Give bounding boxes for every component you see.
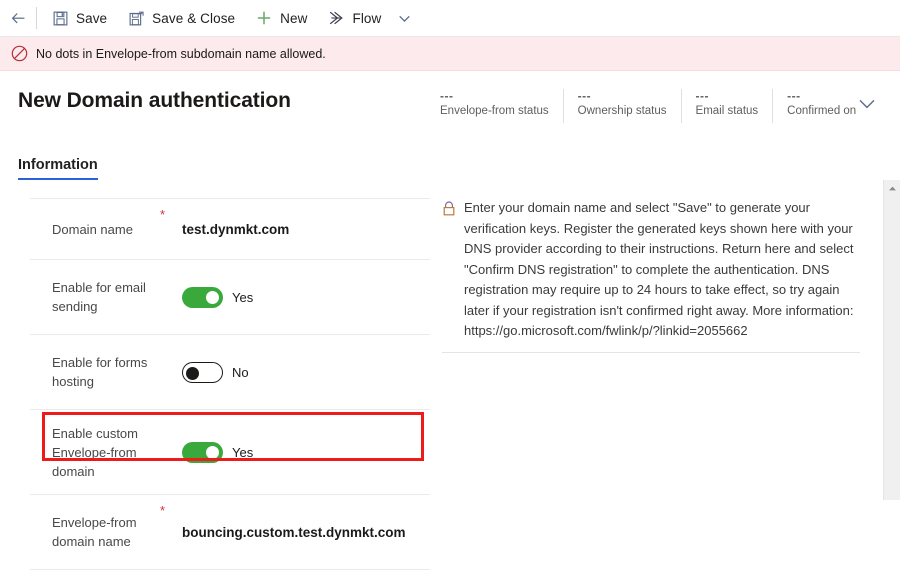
flow-button[interactable]: Flow xyxy=(317,0,391,36)
domain-name-value[interactable]: test.dynmkt.com xyxy=(182,222,289,237)
status-value: --- xyxy=(440,89,454,103)
back-button[interactable] xyxy=(0,0,36,36)
caret-up-icon xyxy=(888,186,896,190)
toggle-state-label: Yes xyxy=(232,444,254,460)
lock-icon xyxy=(442,198,458,342)
content-area: Domain name * test.dynmkt.com Enable for… xyxy=(0,180,900,570)
toggle-knob xyxy=(206,290,219,304)
status-label: Envelope-from status xyxy=(440,105,549,117)
info-panel: Enter your domain name and select "Save"… xyxy=(442,198,860,570)
toggle-state-label: Yes xyxy=(232,289,254,305)
envelope-from-domain-name-value[interactable]: bouncing.custom.test.dynmkt.com xyxy=(182,525,406,540)
blocked-icon xyxy=(10,45,28,63)
status-value: --- xyxy=(695,89,710,103)
toggle-knob xyxy=(206,445,219,459)
tab-label: Information xyxy=(18,157,98,173)
field-label: Enable for email sending xyxy=(52,280,146,314)
scroll-up-button[interactable] xyxy=(884,180,900,196)
field-label: Enable for forms hosting xyxy=(52,355,148,389)
required-indicator xyxy=(160,266,182,268)
status-label: Email status xyxy=(695,105,759,117)
toggle-track[interactable] xyxy=(182,286,223,308)
tab-strip: Information xyxy=(0,157,900,180)
form-row-enable-forms-hosting: Enable for forms hosting No xyxy=(30,335,430,410)
status-envelope-from: --- Envelope-from status xyxy=(440,89,564,123)
error-message: No dots in Envelope-from subdomain name … xyxy=(36,46,326,61)
flow-button-label: Flow xyxy=(352,10,382,26)
toggle-track[interactable] xyxy=(182,361,223,383)
command-bar: Save Save & Close New Flow xyxy=(0,0,900,37)
new-button-label: New xyxy=(280,10,308,26)
enable-forms-hosting-toggle[interactable]: No xyxy=(182,361,249,383)
status-value: --- xyxy=(577,89,592,103)
save-icon xyxy=(51,9,69,27)
field-label: Envelope-from domain name xyxy=(52,515,137,549)
status-ownership: --- Ownership status xyxy=(578,89,682,123)
info-text: Enter your domain name and select "Save"… xyxy=(464,200,854,338)
required-indicator xyxy=(160,416,182,418)
info-box: Enter your domain name and select "Save"… xyxy=(442,198,860,353)
field-label: Domain name xyxy=(52,221,133,237)
save-and-close-icon xyxy=(127,9,145,27)
status-value: --- xyxy=(787,89,801,103)
field-label: Enable custom Envelope-from domain xyxy=(52,425,138,479)
enable-custom-envelope-from-toggle[interactable]: Yes xyxy=(182,441,254,463)
required-indicator xyxy=(160,341,182,343)
chevron-down-icon xyxy=(399,15,410,22)
status-summary: --- Envelope-from status --- Ownership s… xyxy=(440,89,884,123)
status-label: Ownership status xyxy=(577,105,667,117)
plus-icon xyxy=(255,9,273,27)
flow-overflow-caret[interactable] xyxy=(391,0,417,36)
page-title: New Domain authentication xyxy=(18,89,291,112)
page-header: New Domain authentication --- Envelope-f… xyxy=(0,71,900,143)
form-row-enable-email-sending: Enable for email sending Yes xyxy=(30,260,430,335)
save-button-label: Save xyxy=(76,10,108,26)
required-indicator: * xyxy=(160,207,166,222)
save-and-close-button-label: Save & Close xyxy=(152,10,236,26)
tab-information[interactable]: Information xyxy=(18,157,98,180)
new-button[interactable]: New xyxy=(245,0,317,36)
enable-email-sending-toggle[interactable]: Yes xyxy=(182,286,254,308)
form-row-domain-name: Domain name * test.dynmkt.com xyxy=(30,199,430,260)
status-email: --- Email status xyxy=(696,89,774,123)
toggle-state-label: No xyxy=(232,364,249,380)
form-row-envelope-from-domain-name: Envelope-from domain name * bouncing.cus… xyxy=(30,495,430,570)
error-notification-bar: No dots in Envelope-from subdomain name … xyxy=(0,37,900,71)
form-panel: Domain name * test.dynmkt.com Enable for… xyxy=(30,198,430,570)
command-bar-divider xyxy=(36,7,37,29)
flow-icon xyxy=(327,9,345,27)
back-arrow-icon xyxy=(11,12,24,23)
vertical-scrollbar[interactable] xyxy=(883,180,900,500)
form-row-enable-custom-envelope-from: Enable custom Envelope-from domain Yes xyxy=(30,410,430,495)
header-expand-button[interactable] xyxy=(852,91,882,117)
status-label: Confirmed on xyxy=(787,105,857,117)
chevron-down-icon xyxy=(859,99,875,109)
required-indicator: * xyxy=(160,503,166,518)
save-and-close-button[interactable]: Save & Close xyxy=(117,0,245,36)
save-button[interactable]: Save xyxy=(41,0,117,36)
toggle-knob xyxy=(186,366,199,380)
toggle-track[interactable] xyxy=(182,441,223,463)
